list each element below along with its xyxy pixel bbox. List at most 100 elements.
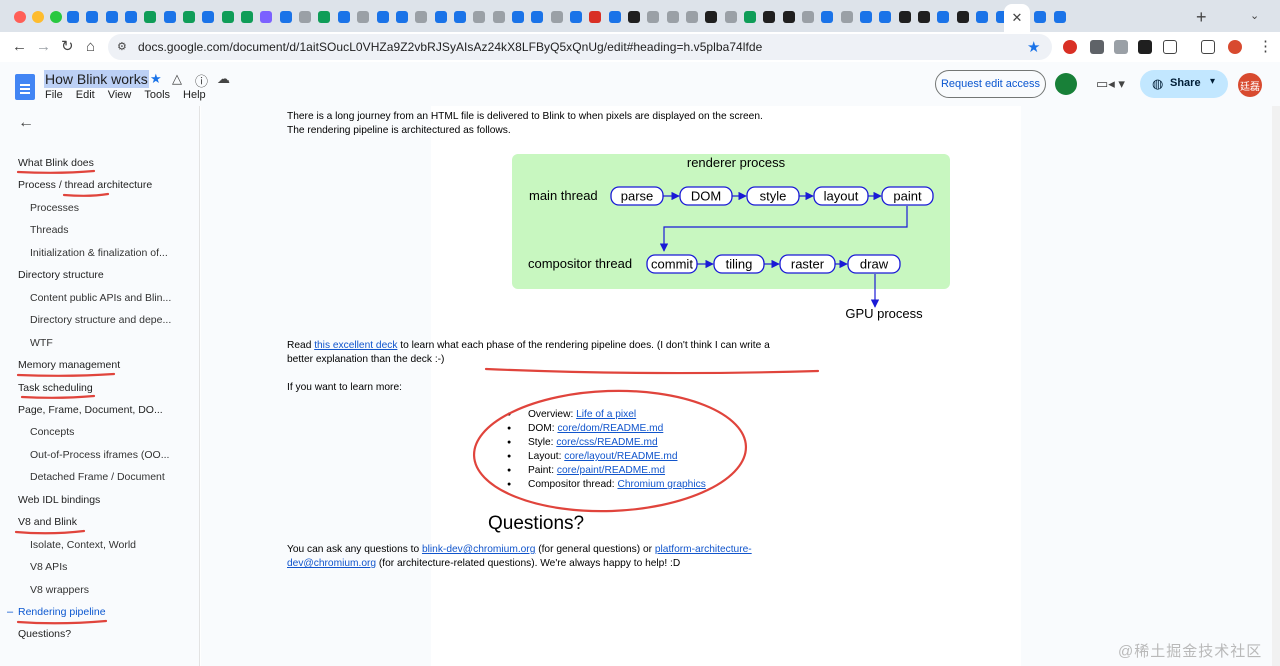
tab-favicon-icon[interactable] — [161, 8, 179, 26]
new-tab-button[interactable]: + — [1196, 7, 1207, 28]
tab-favicon-icon[interactable] — [644, 8, 662, 26]
tab-favicon-icon[interactable] — [509, 8, 527, 26]
outline-item[interactable]: Rendering pipeline — [18, 606, 106, 618]
outline-item[interactable]: WTF — [30, 337, 53, 349]
outline-item[interactable]: Memory management — [18, 359, 120, 371]
outline-item[interactable]: Isolate, Context, World — [30, 539, 136, 551]
tab-favicon-icon[interactable] — [683, 8, 701, 26]
tab-favicon-icon[interactable] — [296, 8, 314, 26]
info-icon[interactable]: ⓘ — [195, 71, 208, 90]
docs-logo-icon[interactable] — [15, 74, 35, 100]
bullet-link[interactable]: Chromium graphics — [617, 479, 705, 490]
tab-favicon-icon[interactable] — [934, 8, 952, 26]
tab-favicon-icon[interactable] — [103, 8, 121, 26]
tab-favicon-icon[interactable] — [954, 8, 972, 26]
tab-favicon-icon[interactable] — [702, 8, 720, 26]
minimize-window-button[interactable] — [32, 11, 44, 23]
tab-favicon-icon[interactable] — [432, 8, 450, 26]
tab-favicon-icon[interactable] — [470, 8, 488, 26]
tab-favicon-icon[interactable] — [722, 8, 740, 26]
tab-favicon-icon[interactable] — [528, 8, 546, 26]
outline-item[interactable]: Page, Frame, Document, DO... — [18, 404, 163, 416]
outline-item[interactable]: Initialization & finalization of... — [30, 247, 168, 259]
tab-favicon-icon[interactable] — [374, 8, 392, 26]
outline-item[interactable]: V8 and Blink — [18, 516, 77, 528]
tab-favicon-icon[interactable] — [1031, 8, 1049, 26]
tab-favicon-icon[interactable] — [354, 8, 372, 26]
star-icon[interactable]: ★ — [150, 71, 162, 87]
vertical-scrollbar[interactable] — [1272, 106, 1280, 666]
tab-favicon-icon[interactable] — [64, 8, 82, 26]
maximize-window-button[interactable] — [50, 11, 62, 23]
extensions-puzzle-icon[interactable] — [1163, 40, 1177, 54]
outline-item[interactable]: Directory structure and depe... — [30, 314, 171, 326]
reload-icon[interactable]: ↻ — [61, 38, 74, 56]
tab-favicon-icon[interactable] — [818, 8, 836, 26]
outline-item[interactable]: Detached Frame / Document — [30, 471, 165, 483]
tab-favicon-icon[interactable] — [664, 8, 682, 26]
tab-favicon-icon[interactable] — [1051, 8, 1069, 26]
bookmark-star-icon[interactable]: ★ — [1027, 38, 1040, 56]
outline-item[interactable]: Process / thread architecture — [18, 179, 152, 191]
home-icon[interactable]: ⌂ — [86, 38, 95, 56]
tab-favicon-icon[interactable] — [219, 8, 237, 26]
profile-avatar[interactable] — [1228, 40, 1242, 54]
tab-favicon-icon[interactable] — [567, 8, 585, 26]
tab-favicon-icon[interactable] — [83, 8, 101, 26]
menu-view[interactable]: View — [108, 89, 132, 101]
active-tab[interactable]: ✕ — [1004, 4, 1030, 32]
document-title[interactable]: How Blink works — [44, 70, 149, 88]
tab-favicon-icon[interactable] — [548, 8, 566, 26]
tab-favicon-icon[interactable] — [973, 8, 991, 26]
back-icon[interactable]: ← — [12, 38, 27, 56]
tab-favicon-icon[interactable] — [896, 8, 914, 26]
tab-favicon-icon[interactable] — [876, 8, 894, 26]
excellent-deck-link[interactable]: this excellent deck — [314, 340, 397, 351]
close-window-button[interactable] — [14, 11, 26, 23]
bullet-link[interactable]: Life of a pixel — [576, 409, 636, 420]
outline-item[interactable]: V8 wrappers — [30, 584, 89, 596]
bullet-link[interactable]: core/layout/README.md — [564, 451, 677, 462]
close-outline-arrow-icon[interactable]: ← — [18, 114, 34, 132]
tab-favicon-icon[interactable] — [741, 8, 759, 26]
tab-favicon-icon[interactable] — [838, 8, 856, 26]
tab-favicon-icon[interactable] — [780, 8, 798, 26]
extension-icon[interactable] — [1114, 40, 1128, 54]
tab-favicon-icon[interactable] — [606, 8, 624, 26]
tab-favicon-icon[interactable] — [412, 8, 430, 26]
blink-dev-link[interactable]: blink-dev@chromium.org — [422, 544, 535, 555]
chrome-menu-icon[interactable]: ⋮ — [1258, 38, 1273, 56]
tab-favicon-icon[interactable] — [335, 8, 353, 26]
tab-favicon-icon[interactable] — [799, 8, 817, 26]
menu-tools[interactable]: Tools — [144, 89, 170, 101]
menu-help[interactable]: Help — [183, 89, 206, 101]
outline-item[interactable]: Concepts — [30, 426, 74, 438]
outline-item[interactable]: V8 APIs — [30, 561, 67, 573]
bullet-link[interactable]: core/css/README.md — [556, 437, 657, 448]
site-settings-icon[interactable]: ⚙ — [117, 40, 127, 53]
tab-close-icon[interactable]: ✕ — [1012, 10, 1023, 26]
tiktok-extension-icon[interactable] — [1138, 40, 1152, 54]
outline-item[interactable]: Questions? — [18, 628, 71, 640]
tab-favicon-icon[interactable] — [238, 8, 256, 26]
tab-favicon-icon[interactable] — [257, 8, 275, 26]
tab-favicon-icon[interactable] — [315, 8, 333, 26]
tab-favicon-icon[interactable] — [857, 8, 875, 26]
forward-icon[interactable]: → — [36, 38, 51, 56]
meet-call-icon[interactable] — [1055, 73, 1077, 95]
tab-favicon-icon[interactable] — [180, 8, 198, 26]
share-dropdown-icon[interactable]: ▾ — [1210, 76, 1215, 87]
extension-icon[interactable] — [1090, 40, 1104, 54]
tab-favicon-icon[interactable] — [199, 8, 217, 26]
outline-item[interactable]: What Blink does — [18, 157, 94, 169]
menu-edit[interactable]: Edit — [76, 89, 95, 101]
video-call-icon[interactable]: ▭◂ ▾ — [1096, 76, 1125, 92]
outline-item[interactable]: Content public APIs and Blin... — [30, 292, 171, 304]
user-avatar[interactable]: 廷磊 — [1238, 73, 1262, 97]
outline-item[interactable]: Task scheduling — [18, 382, 93, 394]
side-panel-icon[interactable] — [1201, 40, 1215, 54]
tab-favicon-icon[interactable] — [625, 8, 643, 26]
outline-item[interactable]: Threads — [30, 224, 69, 236]
outline-item[interactable]: Directory structure — [18, 269, 104, 281]
bullet-link[interactable]: core/paint/README.md — [557, 465, 665, 476]
